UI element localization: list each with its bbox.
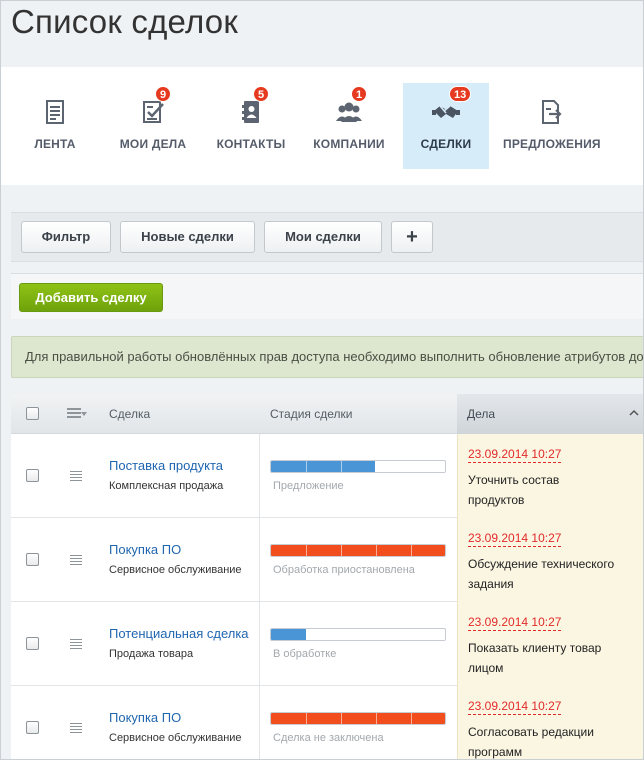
nav-badge: 1 [351, 86, 368, 102]
deal-title-link[interactable]: Покупка ПО [109, 710, 181, 725]
column-divider [259, 434, 260, 518]
column-header-stage[interactable]: Стадия сделки [270, 394, 352, 434]
deal-type: Комплексная продажа [109, 480, 224, 492]
table-row: Поставка продукта Комплексная продажа Пр… [11, 434, 643, 518]
nav-label: ПРЕДЛОЖЕНИЯ [503, 137, 601, 151]
row-actions-icon[interactable] [70, 723, 82, 735]
stage-progress-bar[interactable] [270, 712, 446, 725]
deal-type: Продажа товара [109, 648, 194, 660]
task-deadline-link[interactable]: 23.09.2014 10:27 [468, 699, 562, 715]
column-divider [259, 602, 260, 686]
nav-label: ЛЕНТА [34, 137, 76, 151]
action-bar: Добавить сделку [11, 273, 643, 319]
nav-item-feed[interactable]: ЛЕНТА [7, 83, 103, 169]
my-deals-filter-button[interactable]: Мои сделки [264, 221, 382, 253]
column-divider [259, 518, 260, 602]
task-title: Согласовать редакции программ [468, 725, 594, 759]
stage-name: Сделка не заключена [273, 732, 384, 744]
stage-progress-fill [271, 713, 445, 724]
table-row: Покупка ПО Сервисное обслуживание Сделка… [11, 686, 643, 759]
filter-bar: Фильтр Новые сделки Мои сделки + [11, 212, 643, 262]
column-header-tasks-label: Дела [467, 407, 496, 421]
row-checkbox[interactable] [26, 637, 39, 650]
row-checkbox[interactable] [26, 553, 39, 566]
nav-item-quotes[interactable]: ПРЕДЛОЖЕНИЯ [503, 83, 601, 169]
task-deadline-link[interactable]: 23.09.2014 10:27 [468, 531, 562, 547]
stage-progress-bar[interactable] [270, 628, 446, 641]
chevron-down-icon [81, 412, 87, 416]
deal-title-link[interactable]: Покупка ПО [109, 542, 181, 557]
task-title: Уточнить состав продуктов [468, 473, 560, 507]
nav-item-companies[interactable]: 1 КОМПАНИИ [301, 83, 397, 169]
quotes-icon [542, 100, 562, 124]
deal-type: Сервисное обслуживание [109, 732, 242, 744]
stage-name: Обработка приостановлена [273, 564, 415, 576]
stage-progress-fill [271, 461, 376, 472]
task-deadline-link[interactable]: 23.09.2014 10:27 [468, 615, 562, 631]
sort-ascending-icon [629, 409, 639, 416]
row-actions-icon[interactable] [70, 471, 82, 483]
add-deal-button[interactable]: Добавить сделку [19, 283, 163, 312]
feed-icon [46, 100, 64, 124]
deal-type: Сервисное обслуживание [109, 564, 242, 576]
select-all-checkbox[interactable] [26, 407, 39, 420]
row-checkbox[interactable] [26, 721, 39, 734]
access-update-notice: Для правильной работы обновлённых прав д… [11, 336, 643, 378]
nav-label: СДЕЛКИ [420, 137, 472, 151]
task-title: Обсуждение технического задания [468, 557, 615, 591]
table-row: Покупка ПО Сервисное обслуживание Обрабо… [11, 518, 643, 602]
row-actions-icon[interactable] [70, 639, 82, 651]
stage-progress-fill [271, 629, 306, 640]
stage-progress-fill [271, 545, 445, 556]
stage-progress-bar[interactable] [270, 544, 446, 557]
column-settings-icon[interactable] [67, 408, 81, 420]
nav-badge: 13 [449, 86, 472, 102]
row-checkbox[interactable] [26, 469, 39, 482]
deal-title-link[interactable]: Потенциальная сделка [109, 626, 249, 641]
column-header-tasks[interactable]: Дела [457, 394, 643, 434]
table-row: Потенциальная сделка Продажа товара В об… [11, 602, 643, 686]
stage-name: В обработке [273, 648, 337, 660]
crm-nav-panel: ЛЕНТА 9 МОИ ДЕЛА 5 КОНТАКТЫ 1 КОМПАНИИ 1… [1, 67, 643, 185]
app-frame: Список сделок ЛЕНТА 9 МОИ ДЕЛА 5 КОНТАКТ… [0, 0, 644, 760]
stage-progress-bar[interactable] [270, 460, 446, 473]
nav-item-deals[interactable]: 13 СДЕЛКИ [403, 83, 489, 169]
deal-title-link[interactable]: Поставка продукта [109, 458, 223, 473]
nav-label: КОНТАКТЫ [216, 137, 286, 151]
row-actions-icon[interactable] [70, 555, 82, 567]
nav-badge: 9 [155, 86, 172, 102]
column-divider [259, 686, 260, 759]
new-deals-filter-button[interactable]: Новые сделки [120, 221, 255, 253]
filter-button[interactable]: Фильтр [21, 221, 111, 253]
nav-item-contacts[interactable]: 5 КОНТАКТЫ [203, 83, 299, 169]
grid-header: Сделка Стадия сделки Дела [11, 394, 643, 434]
nav-label: КОМПАНИИ [313, 137, 385, 151]
task-title: Показать клиенту товар лицом [468, 641, 602, 675]
page-title: Список сделок [11, 3, 238, 40]
column-header-deal[interactable]: Сделка [109, 394, 150, 434]
stage-name: Предложение [273, 480, 344, 492]
add-filter-button[interactable]: + [391, 221, 433, 253]
deals-grid: Сделка Стадия сделки Дела Поставка проду… [11, 394, 643, 759]
nav-badge: 5 [253, 86, 270, 102]
nav-label: МОИ ДЕЛА [119, 137, 187, 151]
task-deadline-link[interactable]: 23.09.2014 10:27 [468, 447, 562, 463]
nav-item-my-tasks[interactable]: 9 МОИ ДЕЛА [105, 83, 201, 169]
